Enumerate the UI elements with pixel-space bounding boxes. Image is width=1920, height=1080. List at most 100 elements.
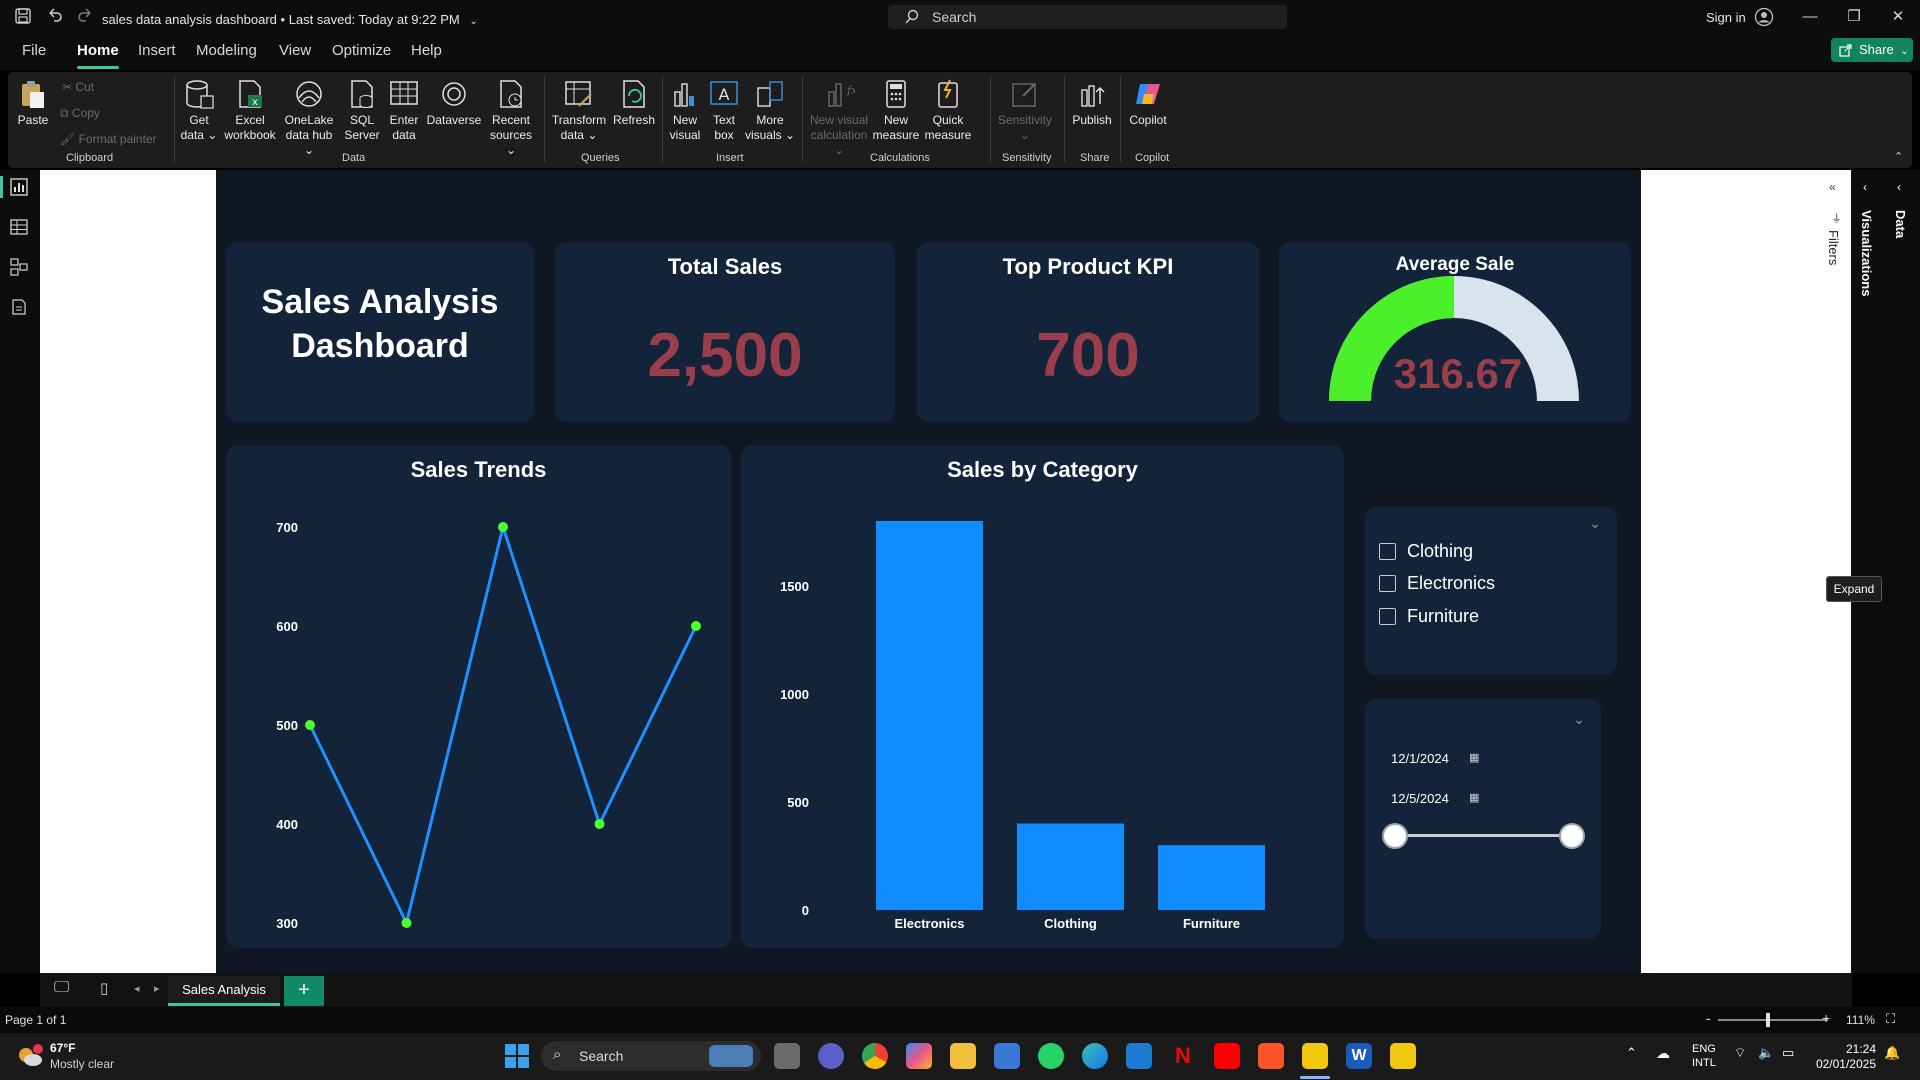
restore-button[interactable]: ❐ bbox=[1843, 6, 1865, 28]
dataverse-button[interactable]: Dataverse bbox=[426, 78, 482, 128]
bar[interactable] bbox=[1158, 845, 1265, 910]
mobile-layout-icon[interactable]: ▯ bbox=[100, 979, 108, 997]
windows-start-icon[interactable] bbox=[504, 1043, 530, 1069]
language-indicator[interactable]: ENG INTL bbox=[1692, 1042, 1716, 1070]
teams-icon[interactable] bbox=[818, 1043, 844, 1069]
checkbox-clothing[interactable] bbox=[1379, 543, 1396, 560]
data-point[interactable] bbox=[305, 720, 315, 730]
microsoft-store-icon[interactable] bbox=[994, 1043, 1020, 1069]
power-bi-icon-2[interactable] bbox=[1390, 1043, 1416, 1069]
slicer-chevron-down-icon[interactable]: ⌄ bbox=[1573, 711, 1585, 728]
sensitivity-button[interactable]: Sensitivity ⌄ bbox=[994, 78, 1056, 143]
desktop-layout-icon[interactable]: 🖵 bbox=[54, 979, 69, 997]
task-view-icon[interactable] bbox=[774, 1043, 800, 1069]
paste-button[interactable]: Paste bbox=[16, 78, 50, 128]
youtube-icon[interactable] bbox=[1214, 1043, 1240, 1069]
tab-help[interactable]: Help bbox=[411, 42, 442, 59]
next-page-icon[interactable]: ▸ bbox=[154, 982, 160, 995]
slicer-option-electronics[interactable]: Electronics bbox=[1407, 573, 1495, 594]
zoom-level[interactable]: 111% bbox=[1846, 1013, 1875, 1027]
netflix-icon[interactable]: N bbox=[1170, 1043, 1196, 1069]
total-sales-card[interactable]: Total Sales 2,500 bbox=[555, 242, 895, 422]
slicer-option-furniture[interactable]: Furniture bbox=[1407, 606, 1479, 627]
zoom-in-button[interactable]: + bbox=[1822, 1010, 1830, 1026]
onelake-data-hub-button[interactable]: OneLake data hub ⌄ bbox=[280, 78, 338, 158]
redo-icon[interactable] bbox=[76, 7, 96, 27]
recent-sources-button[interactable]: Recent sources ⌄ bbox=[484, 78, 538, 158]
new-visual-button[interactable]: New visual bbox=[666, 78, 704, 143]
tab-file[interactable]: File bbox=[22, 42, 46, 59]
slicer-chevron-down-icon[interactable]: ⌄ bbox=[1589, 515, 1601, 532]
calendar-icon[interactable]: ▦ bbox=[1469, 751, 1479, 764]
chrome-icon[interactable] bbox=[862, 1043, 888, 1069]
whatsapp-icon[interactable] bbox=[1038, 1043, 1064, 1069]
notification-bell-icon[interactable]: 🔔 bbox=[1884, 1045, 1900, 1061]
tab-modeling[interactable]: Modeling bbox=[196, 42, 257, 59]
edge-icon[interactable] bbox=[1082, 1043, 1108, 1069]
undo-icon[interactable] bbox=[46, 7, 66, 27]
model-view-icon[interactable] bbox=[10, 258, 30, 278]
share-button[interactable]: Share ⌄ bbox=[1831, 38, 1913, 62]
tab-optimize[interactable]: Optimize bbox=[332, 42, 391, 59]
report-view-icon[interactable] bbox=[10, 178, 30, 198]
date-start-input[interactable]: 12/1/2024 bbox=[1391, 751, 1449, 766]
date-range-end-handle[interactable] bbox=[1559, 823, 1585, 849]
add-page-button[interactable]: + bbox=[284, 976, 324, 1006]
data-point[interactable] bbox=[498, 522, 508, 532]
bar[interactable] bbox=[876, 521, 983, 910]
dax-query-view-icon[interactable] bbox=[10, 298, 30, 318]
chevron-up-icon[interactable]: ⌃ bbox=[1626, 1045, 1637, 1061]
refresh-button[interactable]: Refresh bbox=[612, 78, 656, 128]
chevron-left-icon[interactable]: ‹ bbox=[1863, 180, 1867, 194]
data-label[interactable]: Data bbox=[1893, 210, 1908, 238]
more-visuals-button[interactable]: More visuals ⌄ bbox=[744, 78, 796, 143]
average-sale-card[interactable]: Average Sale 316.67 bbox=[1279, 242, 1631, 422]
minimize-button[interactable]: — bbox=[1799, 6, 1821, 28]
chevron-left-icon[interactable]: ‹ bbox=[1897, 180, 1901, 194]
data-pane[interactable]: ‹ Data bbox=[1885, 170, 1920, 973]
volume-icon[interactable]: 🔈 bbox=[1758, 1045, 1774, 1061]
weather-icon[interactable] bbox=[16, 1043, 44, 1069]
search-box[interactable]: Search bbox=[888, 5, 1287, 29]
tab-home[interactable]: Home bbox=[77, 42, 119, 69]
visualizations-label[interactable]: Visualizations bbox=[1859, 210, 1874, 296]
onedrive-icon[interactable]: ☁ bbox=[1656, 1045, 1670, 1062]
slicer-option-clothing[interactable]: Clothing bbox=[1407, 541, 1473, 562]
chevron-down-icon[interactable]: ⌄ bbox=[469, 16, 477, 27]
data-point[interactable] bbox=[691, 621, 701, 631]
close-button[interactable]: ✕ bbox=[1887, 6, 1909, 28]
table-view-icon[interactable] bbox=[10, 218, 30, 238]
date-slicer[interactable]: ⌄ 12/1/2024 ▦ 12/5/2024 ▦ bbox=[1365, 699, 1601, 939]
bar[interactable] bbox=[1017, 823, 1124, 910]
taskbar-search[interactable]: ⌕ Search bbox=[541, 1041, 761, 1071]
text-box-button[interactable]: A Text box bbox=[706, 78, 742, 143]
data-point[interactable] bbox=[594, 819, 605, 829]
get-data-button[interactable]: Get data ⌄ bbox=[178, 78, 220, 143]
sales-trends-card[interactable]: Sales Trends 700 600 500 400 300 Dec 01 Dec 02… bbox=[226, 445, 731, 948]
date-end-input[interactable]: 12/5/2024 bbox=[1391, 791, 1449, 806]
format-painter-button[interactable]: 🖌 Format painter bbox=[60, 132, 157, 146]
account-icon[interactable] bbox=[1754, 7, 1774, 27]
excel-workbook-button[interactable]: x Excel workbook bbox=[222, 78, 278, 143]
brave-icon[interactable] bbox=[1258, 1043, 1284, 1069]
top-product-card[interactable]: Top Product KPI 700 bbox=[917, 242, 1259, 422]
enter-data-button[interactable]: Enter data bbox=[384, 78, 424, 143]
zoom-out-button[interactable]: - bbox=[1706, 1010, 1711, 1026]
zoom-slider-track[interactable] bbox=[1718, 1019, 1828, 1021]
wifi-icon[interactable]: ⌔ bbox=[1734, 1045, 1746, 1061]
cut-button[interactable]: ✂ Cut bbox=[62, 80, 94, 94]
save-icon[interactable] bbox=[14, 7, 34, 27]
zoom-slider-thumb[interactable] bbox=[1766, 1013, 1770, 1027]
clock[interactable]: 21:24 02/01/2025 bbox=[1812, 1042, 1876, 1072]
copy-button[interactable]: ⧉ Copy bbox=[60, 106, 100, 121]
file-explorer-icon[interactable] bbox=[950, 1043, 976, 1069]
vscode-icon[interactable] bbox=[1126, 1043, 1152, 1069]
data-point[interactable] bbox=[401, 918, 412, 928]
copilot-taskbar-icon[interactable] bbox=[906, 1043, 932, 1069]
tab-view[interactable]: View bbox=[279, 42, 311, 59]
publish-button[interactable]: Publish bbox=[1070, 78, 1114, 128]
transform-data-button[interactable]: Transform data ⌄ bbox=[548, 78, 610, 143]
word-icon[interactable]: W bbox=[1346, 1043, 1372, 1069]
sign-in-link[interactable]: Sign in bbox=[1706, 10, 1746, 25]
checkbox-electronics[interactable] bbox=[1379, 575, 1396, 592]
